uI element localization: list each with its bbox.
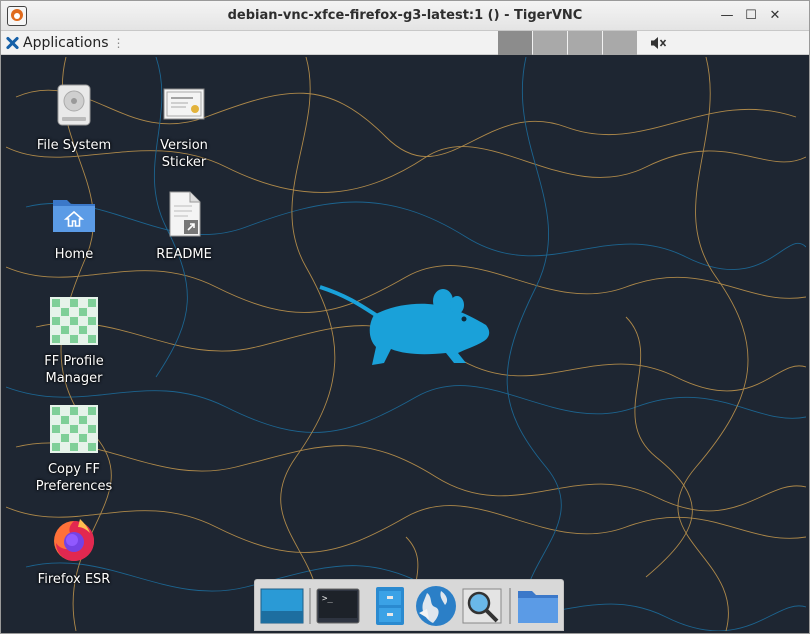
web-browser-icon[interactable]: [413, 583, 459, 629]
desktop-icon-label: Home: [54, 247, 94, 262]
workspace-1[interactable]: [498, 31, 532, 55]
title-bar[interactable]: debian-vnc-xfce-firefox-g3-latest:1 () -…: [1, 1, 809, 31]
top-panel: Applications ⋮: [1, 31, 809, 55]
wallpaper: [6, 57, 806, 631]
desktop-icon-firefox-esr[interactable]: Firefox ESR: [29, 515, 119, 588]
certificate-icon: [163, 88, 205, 120]
dock-separator: [509, 588, 511, 624]
desktop-icon-label: README: [156, 247, 212, 262]
desktop-icon-readme[interactable]: README: [139, 190, 229, 263]
app-finder-icon[interactable]: [459, 583, 505, 629]
menu-handle-icon: ⋮: [112, 36, 125, 50]
workspace-4[interactable]: [603, 31, 637, 55]
applications-menu-label: Applications: [23, 35, 109, 51]
desktop-icon-version-sticker[interactable]: Version Sticker: [139, 81, 229, 171]
document-link-icon: [169, 191, 201, 237]
desktop-icon-label: Firefox ESR: [37, 572, 111, 587]
workspace-switcher[interactable]: [498, 31, 637, 55]
desktop-icon-file-system[interactable]: File System: [29, 81, 119, 154]
desktop-icon-copy-ff-preferences[interactable]: Copy FF Preferences: [29, 405, 119, 495]
script-icon: [50, 297, 98, 345]
workspace-2[interactable]: [533, 31, 567, 55]
svg-text:>_: >_: [322, 594, 333, 604]
bottom-dock: >_: [254, 579, 564, 631]
desktop-icon-label: Copy FF Preferences: [35, 462, 113, 494]
desktop-icon-label: File System: [36, 138, 112, 153]
xfce-logo-icon: [5, 36, 19, 50]
terminal-icon[interactable]: >_: [315, 583, 361, 629]
file-manager-icon[interactable]: [367, 583, 413, 629]
hard-drive-icon: [57, 84, 91, 126]
applications-menu-button[interactable]: Applications ⋮: [5, 31, 125, 55]
workspace-3[interactable]: [568, 31, 602, 55]
close-button[interactable]: ✕: [767, 8, 783, 24]
home-folder-icon: [53, 200, 95, 232]
dock-separator: [309, 588, 311, 624]
window-title: debian-vnc-xfce-firefox-g3-latest:1 () -…: [227, 8, 583, 23]
show-desktop-icon[interactable]: [259, 583, 305, 629]
vnc-window: debian-vnc-xfce-firefox-g3-latest:1 () -…: [0, 0, 810, 634]
desktop-icon-label: FF Profile Manager: [44, 354, 104, 386]
folder-icon[interactable]: [515, 583, 561, 629]
desktop-icon-label: Version Sticker: [160, 138, 208, 170]
maximize-button[interactable]: ☐: [743, 8, 759, 24]
desktop[interactable]: File System Version Sticker Home README …: [6, 57, 806, 631]
volume-muted-icon[interactable]: [649, 35, 667, 51]
script-icon: [50, 405, 98, 453]
desktop-icon-home[interactable]: Home: [29, 190, 119, 263]
firefox-icon: [54, 519, 94, 561]
minimize-button[interactable]: —: [719, 8, 735, 24]
desktop-icon-ff-profile-manager[interactable]: FF Profile Manager: [29, 297, 119, 387]
